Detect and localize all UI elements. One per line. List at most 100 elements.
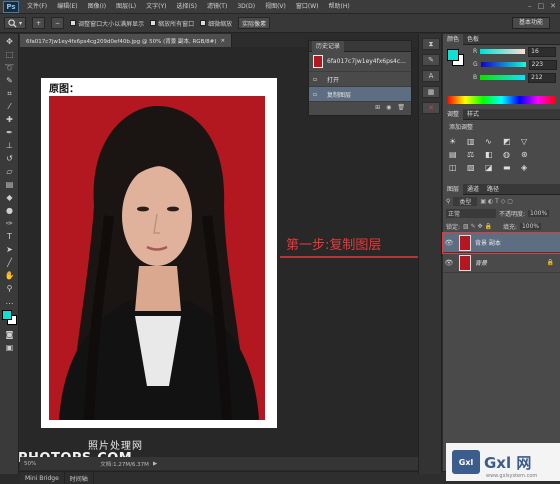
r-track[interactable]	[480, 49, 526, 54]
color-spectrum[interactable]	[447, 96, 556, 104]
r-value[interactable]: 16	[528, 46, 557, 57]
gradient-tool-icon[interactable]: ▤	[2, 179, 17, 190]
menu-window[interactable]: 窗口(W)	[291, 0, 324, 14]
layer-kind-select[interactable]: 类型	[453, 196, 478, 206]
exposure-icon[interactable]: ◩	[503, 137, 515, 146]
hand-tool-icon[interactable]: ✋	[2, 270, 17, 281]
history-brush-tool-icon[interactable]: ↺	[2, 153, 17, 164]
posterize-icon[interactable]: ▨	[467, 163, 479, 172]
actual-pixels-button[interactable]: 实际像素	[238, 17, 271, 29]
g-track[interactable]	[480, 62, 526, 67]
history-item-open[interactable]: ▫ 打开	[309, 72, 411, 87]
minimize-icon[interactable]: –	[528, 2, 532, 10]
tab-layers[interactable]: 图层	[443, 183, 464, 195]
menu-filter[interactable]: 滤镜(T)	[202, 0, 232, 14]
resize-windows-checkbox[interactable]: 调整窗口大小以满屏显示	[70, 19, 144, 28]
dodge-tool-icon[interactable]: ●	[2, 205, 17, 216]
screen-mode-icon[interactable]: ▣	[2, 342, 17, 353]
layer-background[interactable]: 👁 背景 🔒	[443, 253, 560, 273]
zoom-tool-preset[interactable]: ▾	[4, 17, 27, 29]
lock-icons[interactable]: ▨ ✎ ✥ 🔒	[463, 223, 492, 230]
g-value[interactable]: 223	[528, 59, 557, 70]
fg-color-swatch[interactable]	[447, 49, 459, 61]
menu-image[interactable]: 图像(I)	[83, 0, 111, 14]
tab-channels[interactable]: 通道	[463, 184, 483, 195]
history-panel-icon[interactable]: ⧗	[422, 38, 440, 50]
tab-history[interactable]: 历史记录	[312, 40, 345, 52]
black-white-icon[interactable]: ◧	[485, 150, 497, 159]
tab-timeline[interactable]: 时间轴	[65, 472, 94, 484]
levels-icon[interactable]: ▥	[467, 137, 479, 146]
workspace-select[interactable]: 基本功能	[511, 17, 550, 29]
move-tool-icon[interactable]: ✥	[2, 36, 17, 47]
menu-view[interactable]: 视图(V)	[260, 0, 291, 14]
swatches-panel-icon[interactable]: ▦	[422, 86, 440, 98]
blur-tool-icon[interactable]: ◆	[2, 192, 17, 203]
new-document-icon[interactable]: ⊞	[375, 104, 380, 111]
maximize-icon[interactable]: □	[538, 2, 545, 10]
type-tool-icon[interactable]: T	[2, 231, 17, 242]
lasso-tool-icon[interactable]: ➰	[2, 62, 17, 73]
menu-help[interactable]: 帮助(H)	[324, 0, 355, 14]
tab-paths[interactable]: 路径	[483, 184, 503, 195]
eyedropper-tool-icon[interactable]: ⁄	[2, 101, 17, 112]
menu-file[interactable]: 文件(F)	[22, 0, 52, 14]
menu-edit[interactable]: 编辑(E)	[52, 0, 82, 14]
selective-color-icon[interactable]: ◈	[521, 163, 533, 172]
color-balance-icon[interactable]: ⚖	[467, 150, 479, 159]
curves-icon[interactable]: ∿	[485, 137, 497, 146]
eye-icon[interactable]: 👁	[443, 259, 455, 267]
vibrance-icon[interactable]: ▽	[521, 137, 533, 146]
zoom-out-button[interactable]: −	[51, 17, 65, 29]
zoom-all-windows-checkbox[interactable]: 缩放所有窗口	[150, 19, 194, 28]
healing-brush-tool-icon[interactable]: ✚	[2, 114, 17, 125]
eraser-tool-icon[interactable]: ▱	[2, 166, 17, 177]
clone-stamp-tool-icon[interactable]: ⊥	[2, 140, 17, 151]
document-tab[interactable]: 6fa017c7jw1ey4fx6ps4cg209d0ef40b.jpg @ 5…	[20, 34, 233, 47]
photo-filter-icon[interactable]: ◍	[503, 150, 515, 159]
opacity-input[interactable]: 100%	[528, 210, 550, 217]
brightness-icon[interactable]: ☀	[449, 137, 461, 146]
brush-tool-icon[interactable]: ✒	[2, 127, 17, 138]
scrubby-zoom-checkbox[interactable]: 细微缩放	[200, 19, 232, 28]
close-icon[interactable]: ×	[220, 38, 225, 44]
channel-mixer-icon[interactable]: ⊛	[521, 150, 533, 159]
b-value[interactable]: 212	[528, 72, 557, 83]
tab-adjustments[interactable]: 调整	[443, 108, 464, 120]
menu-3d[interactable]: 3D(D)	[232, 0, 260, 14]
hue-saturation-icon[interactable]: ▤	[449, 150, 461, 159]
close-icon[interactable]: ✕	[550, 2, 556, 10]
camera-icon[interactable]: ◉	[386, 104, 391, 111]
history-item-duplicate-layer[interactable]: ▫ 复制图层	[309, 87, 411, 102]
status-menu-icon[interactable]: ▶	[153, 461, 157, 467]
gradient-map-icon[interactable]: ▬	[503, 163, 515, 172]
fill-input[interactable]: 100%	[519, 223, 542, 230]
filter-icons[interactable]: ▣ ◐ T ◇ ▢	[480, 198, 512, 205]
trash-icon[interactable]: 🗑	[397, 104, 405, 111]
menu-select[interactable]: 选择(S)	[171, 0, 202, 14]
close-panel-icon[interactable]: ✕	[422, 102, 440, 114]
tab-color[interactable]: 颜色	[443, 33, 464, 45]
tab-swatches[interactable]: 色板	[463, 34, 483, 45]
tab-styles[interactable]: 样式	[463, 109, 483, 120]
menu-type[interactable]: 文字(Y)	[141, 0, 171, 14]
layer-background-copy[interactable]: 👁 背景 副本	[442, 232, 560, 254]
pen-tool-icon[interactable]: ✑	[2, 218, 17, 229]
zoom-in-button[interactable]: +	[32, 17, 46, 29]
history-snapshot[interactable]: 6fa017c7jw1ey4fx6ps4c...	[309, 52, 411, 72]
marquee-tool-icon[interactable]: ⬚	[2, 49, 17, 60]
brush-panel-icon[interactable]: ✎	[422, 54, 440, 66]
path-select-tool-icon[interactable]: ➤	[2, 244, 17, 255]
quick-mask-icon[interactable]: ◙	[2, 329, 17, 340]
character-panel-icon[interactable]: A	[422, 70, 440, 82]
eye-icon[interactable]: 👁	[443, 239, 455, 247]
color-swatches[interactable]	[0, 309, 19, 327]
zoom-level[interactable]: 50%	[24, 461, 36, 467]
tab-mini-bridge[interactable]: Mini Bridge	[20, 472, 65, 484]
crop-tool-icon[interactable]: ⌗	[2, 88, 17, 99]
b-track[interactable]	[480, 75, 526, 80]
b-slider[interactable]: B 212	[443, 71, 560, 84]
foreground-color-swatch[interactable]	[2, 310, 12, 320]
more-tools-icon[interactable]: …	[2, 296, 17, 307]
threshold-icon[interactable]: ◪	[485, 163, 497, 172]
